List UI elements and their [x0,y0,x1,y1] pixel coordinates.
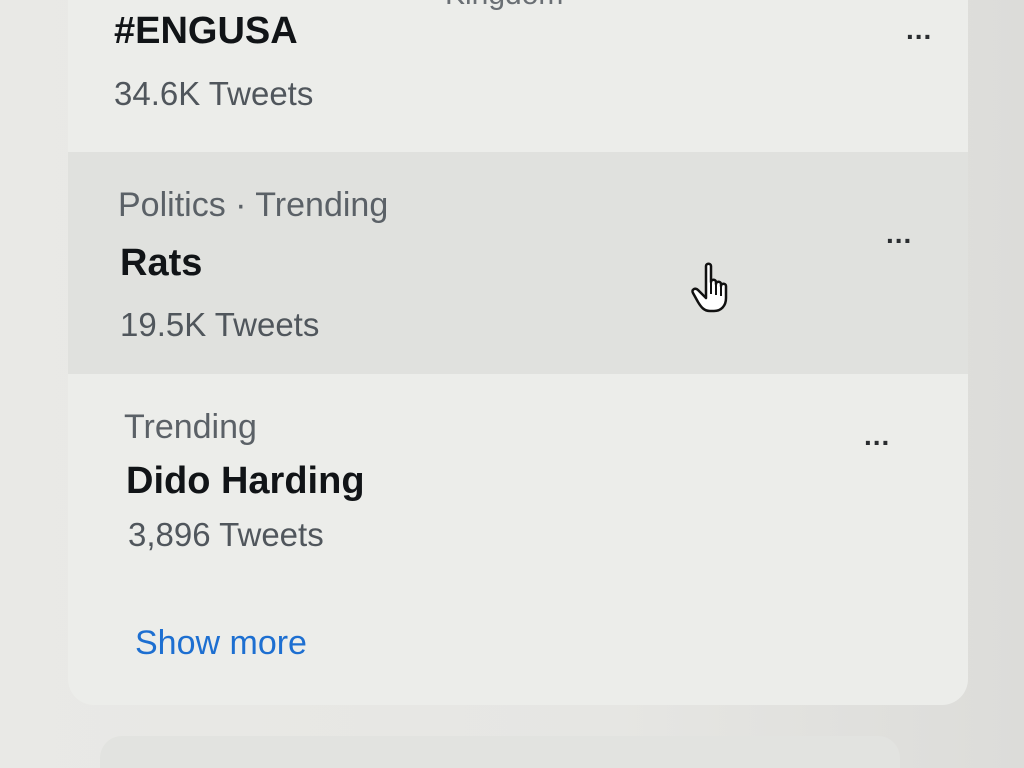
trend-item-dido-harding[interactable]: Trending Dido Harding 3,896 Tweets ... [68,374,968,594]
show-more-link[interactable]: Show more [135,624,307,663]
trend-context: Trending [124,408,257,446]
trend-item-engusa[interactable]: #ENGUSA 34.6K Tweets ... [68,0,968,152]
hand-pointer-cursor-icon [688,262,736,314]
trend-item-rats[interactable]: Politics · Trending Rats 19.5K Tweets ..… [68,152,968,374]
next-panel [100,736,900,768]
trend-tweet-count: 34.6K Tweets [114,75,314,112]
trend-name: Dido Harding [126,460,365,502]
more-options-button[interactable]: ... [886,220,912,248]
more-options-button[interactable]: ... [864,422,890,450]
trend-tweet-count: 19.5K Tweets [120,306,320,343]
more-options-button[interactable]: ... [906,16,932,44]
trend-context: Politics · Trending [118,186,389,224]
trend-name: #ENGUSA [114,10,298,52]
trend-tweet-count: 3,896 Tweets [128,516,324,553]
trend-name: Rats [120,242,203,284]
